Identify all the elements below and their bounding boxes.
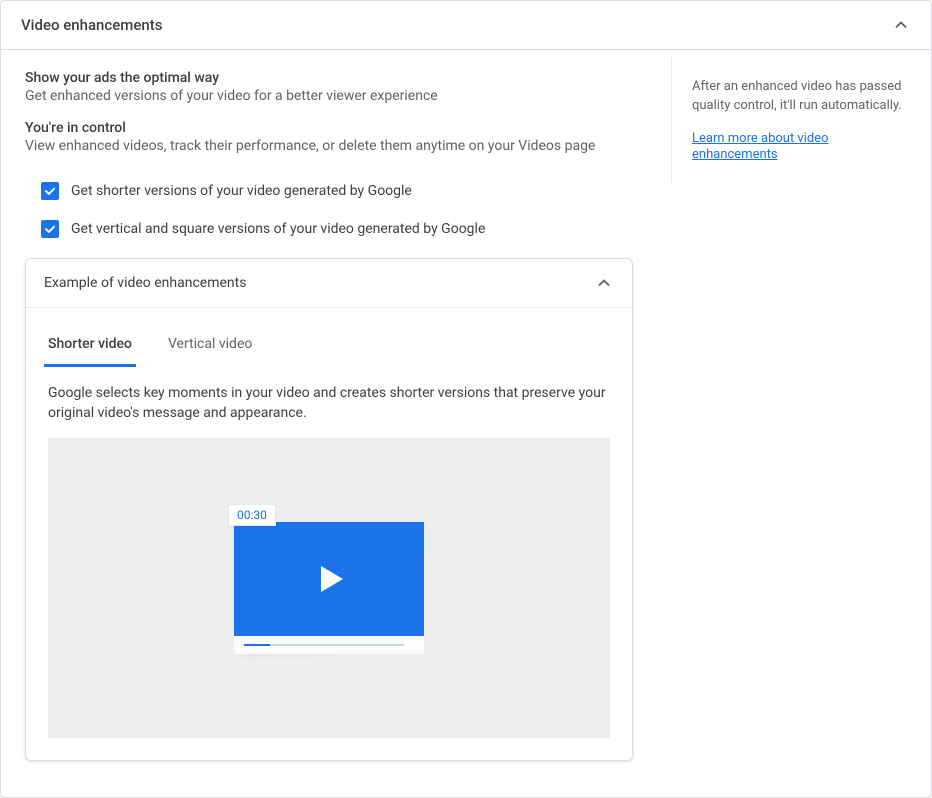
progress-track [244, 644, 404, 646]
play-icon [321, 566, 343, 592]
example-title: Example of video enhancements [44, 275, 246, 291]
video-enhancements-panel: Video enhancements Show your ads the opt… [0, 0, 932, 798]
checkbox-vertical[interactable] [41, 220, 59, 238]
tab-vertical-video[interactable]: Vertical video [164, 326, 256, 367]
example-header: Example of video enhancements [26, 259, 632, 308]
side-column: After an enhanced video has passed quali… [671, 58, 931, 182]
checkbox-label: Get shorter versions of your video gener… [71, 183, 412, 199]
panel-title: Video enhancements [21, 16, 162, 34]
section-description: Get enhanced versions of your video for … [25, 88, 647, 104]
section-description: View enhanced videos, track their perfor… [25, 138, 647, 154]
example-tabs: Shorter video Vertical video [26, 326, 632, 367]
timestamp-badge: 00:30 [228, 504, 276, 526]
video-preview: 00:30 [234, 522, 424, 654]
example-collapse-icon[interactable] [594, 273, 614, 293]
checkbox-shorter[interactable] [41, 182, 59, 200]
learn-more-link[interactable]: Learn more about video enhancements [692, 131, 829, 162]
collapse-icon[interactable] [891, 15, 911, 35]
tab-shorter-video[interactable]: Shorter video [44, 326, 136, 367]
section-heading: You're in control [25, 120, 647, 136]
section-heading: Show your ads the optimal way [25, 70, 647, 86]
tab-description: Google selects key moments in your video… [26, 367, 632, 438]
option-row-vertical: Get vertical and square versions of your… [41, 220, 647, 238]
example-card: Example of video enhancements Shorter vi… [25, 258, 633, 761]
main-column: Show your ads the optimal way Get enhanc… [1, 50, 671, 797]
panel-header: Video enhancements [1, 1, 931, 50]
progress-fill [244, 644, 270, 646]
preview-area: 00:30 [48, 438, 610, 738]
video-thumbnail [234, 522, 424, 636]
checkbox-label: Get vertical and square versions of your… [71, 221, 485, 237]
side-note: After an enhanced video has passed quali… [692, 78, 907, 116]
option-row-shorter: Get shorter versions of your video gener… [41, 182, 647, 200]
progress-bar [234, 636, 424, 654]
